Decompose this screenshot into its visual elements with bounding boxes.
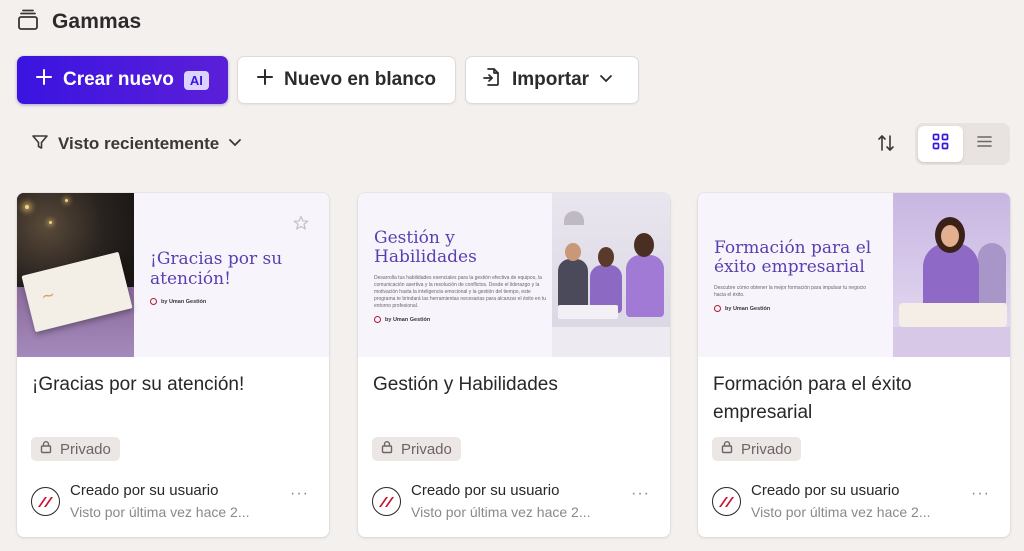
import-label: Importar bbox=[512, 69, 590, 90]
favorite-star-icon[interactable] bbox=[293, 215, 309, 236]
gamma-card[interactable]: Gestión y Habilidades Desarrolla tus hab… bbox=[358, 193, 670, 537]
card-meta: Creado por su usuario Visto por última v… bbox=[372, 481, 591, 522]
gamma-card[interactable]: Formación para el éxito empresarial Desc… bbox=[698, 193, 1010, 537]
card-title: Gestión y Habilidades bbox=[373, 374, 558, 395]
brand-logo-icon bbox=[374, 316, 381, 323]
card-meta: Creado por su usuario Visto por última v… bbox=[31, 481, 250, 522]
creator-text: Creado por su usuario bbox=[751, 482, 900, 499]
more-options-icon[interactable]: ··· bbox=[971, 485, 990, 503]
slide-title: ¡Gracias por su atención! bbox=[150, 249, 283, 289]
brand-logo-icon bbox=[150, 298, 157, 305]
gamma-card[interactable]: ~ ¡Gracias por su atención! by Uman Gest… bbox=[17, 193, 329, 537]
slide-byline: by Uman Gestión bbox=[714, 305, 890, 312]
filter-label: Visto recientemente bbox=[58, 134, 220, 153]
create-new-label: Crear nuevo bbox=[63, 69, 174, 90]
avatar bbox=[712, 487, 741, 516]
more-options-icon[interactable]: ··· bbox=[631, 485, 650, 503]
stack-icon bbox=[16, 8, 40, 37]
card-title: Formación para el éxito empresarial bbox=[713, 374, 912, 423]
card-meta: Creado por su usuario Visto por última v… bbox=[712, 481, 931, 522]
slide-text: Gestión y Habilidades Desarrolla tus hab… bbox=[374, 193, 550, 357]
privacy-label: Privado bbox=[401, 440, 452, 458]
slide-byline-text: by Uman Gestión bbox=[725, 305, 771, 312]
new-blank-label: Nuevo en blanco bbox=[284, 69, 437, 90]
card-photo bbox=[552, 193, 670, 357]
creator-text: Creado por su usuario bbox=[70, 482, 219, 499]
lock-icon bbox=[380, 440, 394, 458]
privacy-badge: Privado bbox=[31, 437, 120, 461]
last-viewed-text: Visto por última vez hace 2... bbox=[70, 504, 250, 520]
grid-icon bbox=[932, 133, 949, 155]
sort-button[interactable] bbox=[873, 132, 899, 158]
lock-icon bbox=[720, 440, 734, 458]
avatar bbox=[372, 487, 401, 516]
lock-icon bbox=[39, 440, 53, 458]
privacy-badge: Privado bbox=[712, 437, 801, 461]
recent-filter-dropdown[interactable]: Visto recientemente bbox=[31, 131, 242, 157]
slide-byline-text: by Uman Gestión bbox=[161, 298, 207, 305]
avatar bbox=[31, 487, 60, 516]
import-file-icon bbox=[482, 67, 502, 93]
slide-title: Formación para el éxito empresarial bbox=[714, 238, 872, 277]
slide-byline: by Uman Gestión bbox=[150, 298, 315, 305]
new-blank-button[interactable]: Nuevo en blanco bbox=[237, 56, 456, 104]
page-header: Gammas bbox=[16, 8, 141, 36]
creator-text: Creado por su usuario bbox=[411, 482, 560, 499]
plus-icon bbox=[35, 68, 53, 92]
slide-text: ¡Gracias por su atención! by Uman Gestió… bbox=[150, 193, 315, 357]
view-toggle bbox=[915, 123, 1010, 165]
card-photo: ~ bbox=[17, 193, 134, 357]
slide-byline: by Uman Gestión bbox=[374, 316, 550, 323]
slide-text: Formación para el éxito empresarial Desc… bbox=[714, 193, 890, 357]
list-icon bbox=[976, 133, 993, 155]
ai-badge: AI bbox=[183, 70, 209, 90]
card-thumbnail: Gestión y Habilidades Desarrolla tus hab… bbox=[358, 193, 670, 357]
last-viewed-text: Visto por última vez hace 2... bbox=[751, 504, 931, 520]
brand-logo-icon bbox=[714, 305, 721, 312]
card-thumbnail: ~ ¡Gracias por su atención! by Uman Gest… bbox=[17, 193, 329, 357]
slide-byline-text: by Uman Gestión bbox=[385, 316, 431, 323]
sort-arrows-icon bbox=[876, 133, 896, 158]
more-options-icon[interactable]: ··· bbox=[290, 485, 309, 503]
card-photo bbox=[893, 193, 1010, 357]
chevron-down-icon bbox=[228, 135, 242, 154]
privacy-label: Privado bbox=[60, 440, 111, 458]
import-button[interactable]: Importar bbox=[465, 56, 639, 104]
card-title: ¡Gracias por su atención! bbox=[32, 374, 245, 395]
slide-title: Gestión y Habilidades bbox=[374, 228, 477, 267]
plus-icon bbox=[256, 68, 274, 92]
page-title: Gammas bbox=[52, 10, 142, 33]
privacy-label: Privado bbox=[741, 440, 792, 458]
card-thumbnail: Formación para el éxito empresarial Desc… bbox=[698, 193, 1010, 357]
last-viewed-text: Visto por última vez hace 2... bbox=[411, 504, 591, 520]
slide-body: Descubre cómo obtener la mejor formación… bbox=[714, 285, 867, 298]
slide-body: Desarrolla tus habilidades esenciales pa… bbox=[374, 275, 547, 309]
toolbar: Crear nuevo AI Nuevo en blanco Importar bbox=[17, 56, 639, 104]
list-view-button[interactable] bbox=[963, 126, 1008, 162]
chevron-down-icon bbox=[599, 69, 613, 91]
filter-icon bbox=[31, 133, 49, 156]
privacy-badge: Privado bbox=[372, 437, 461, 461]
grid-view-button[interactable] bbox=[918, 126, 963, 162]
create-new-button[interactable]: Crear nuevo AI bbox=[17, 56, 228, 104]
